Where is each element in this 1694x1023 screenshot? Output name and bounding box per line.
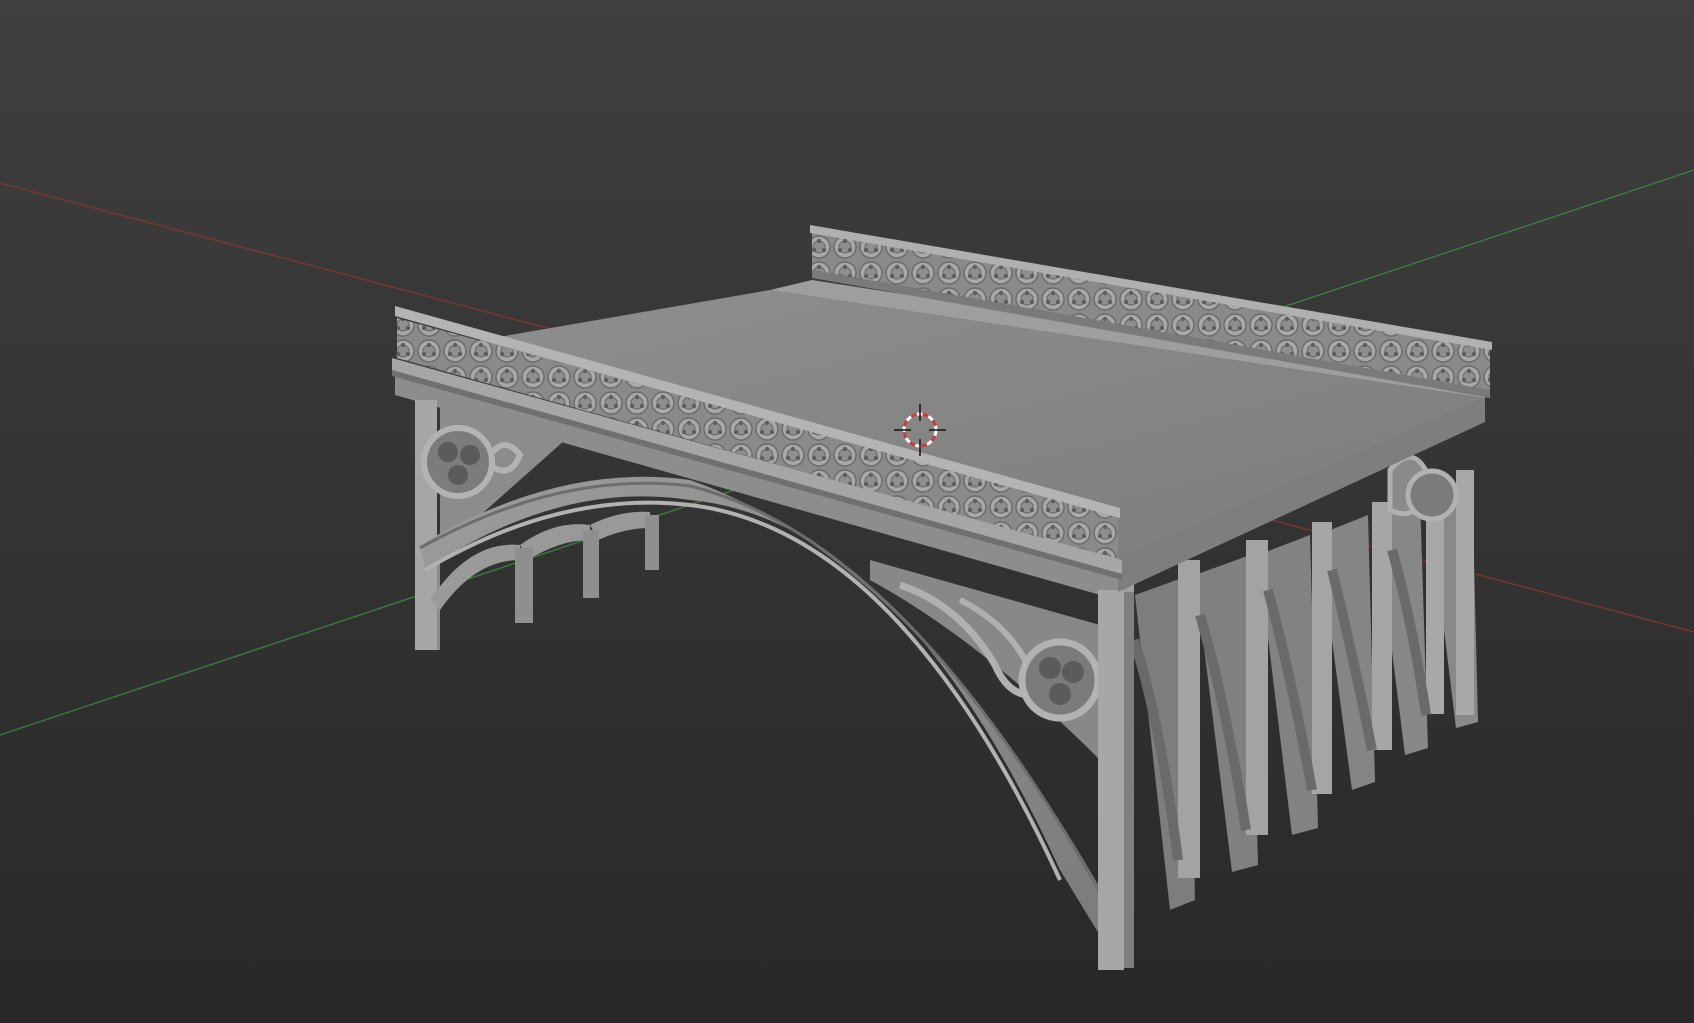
viewport-canvas[interactable] bbox=[0, 0, 1694, 1023]
3d-viewport[interactable] bbox=[0, 0, 1694, 1023]
front-corner-pillar bbox=[1098, 590, 1124, 970]
